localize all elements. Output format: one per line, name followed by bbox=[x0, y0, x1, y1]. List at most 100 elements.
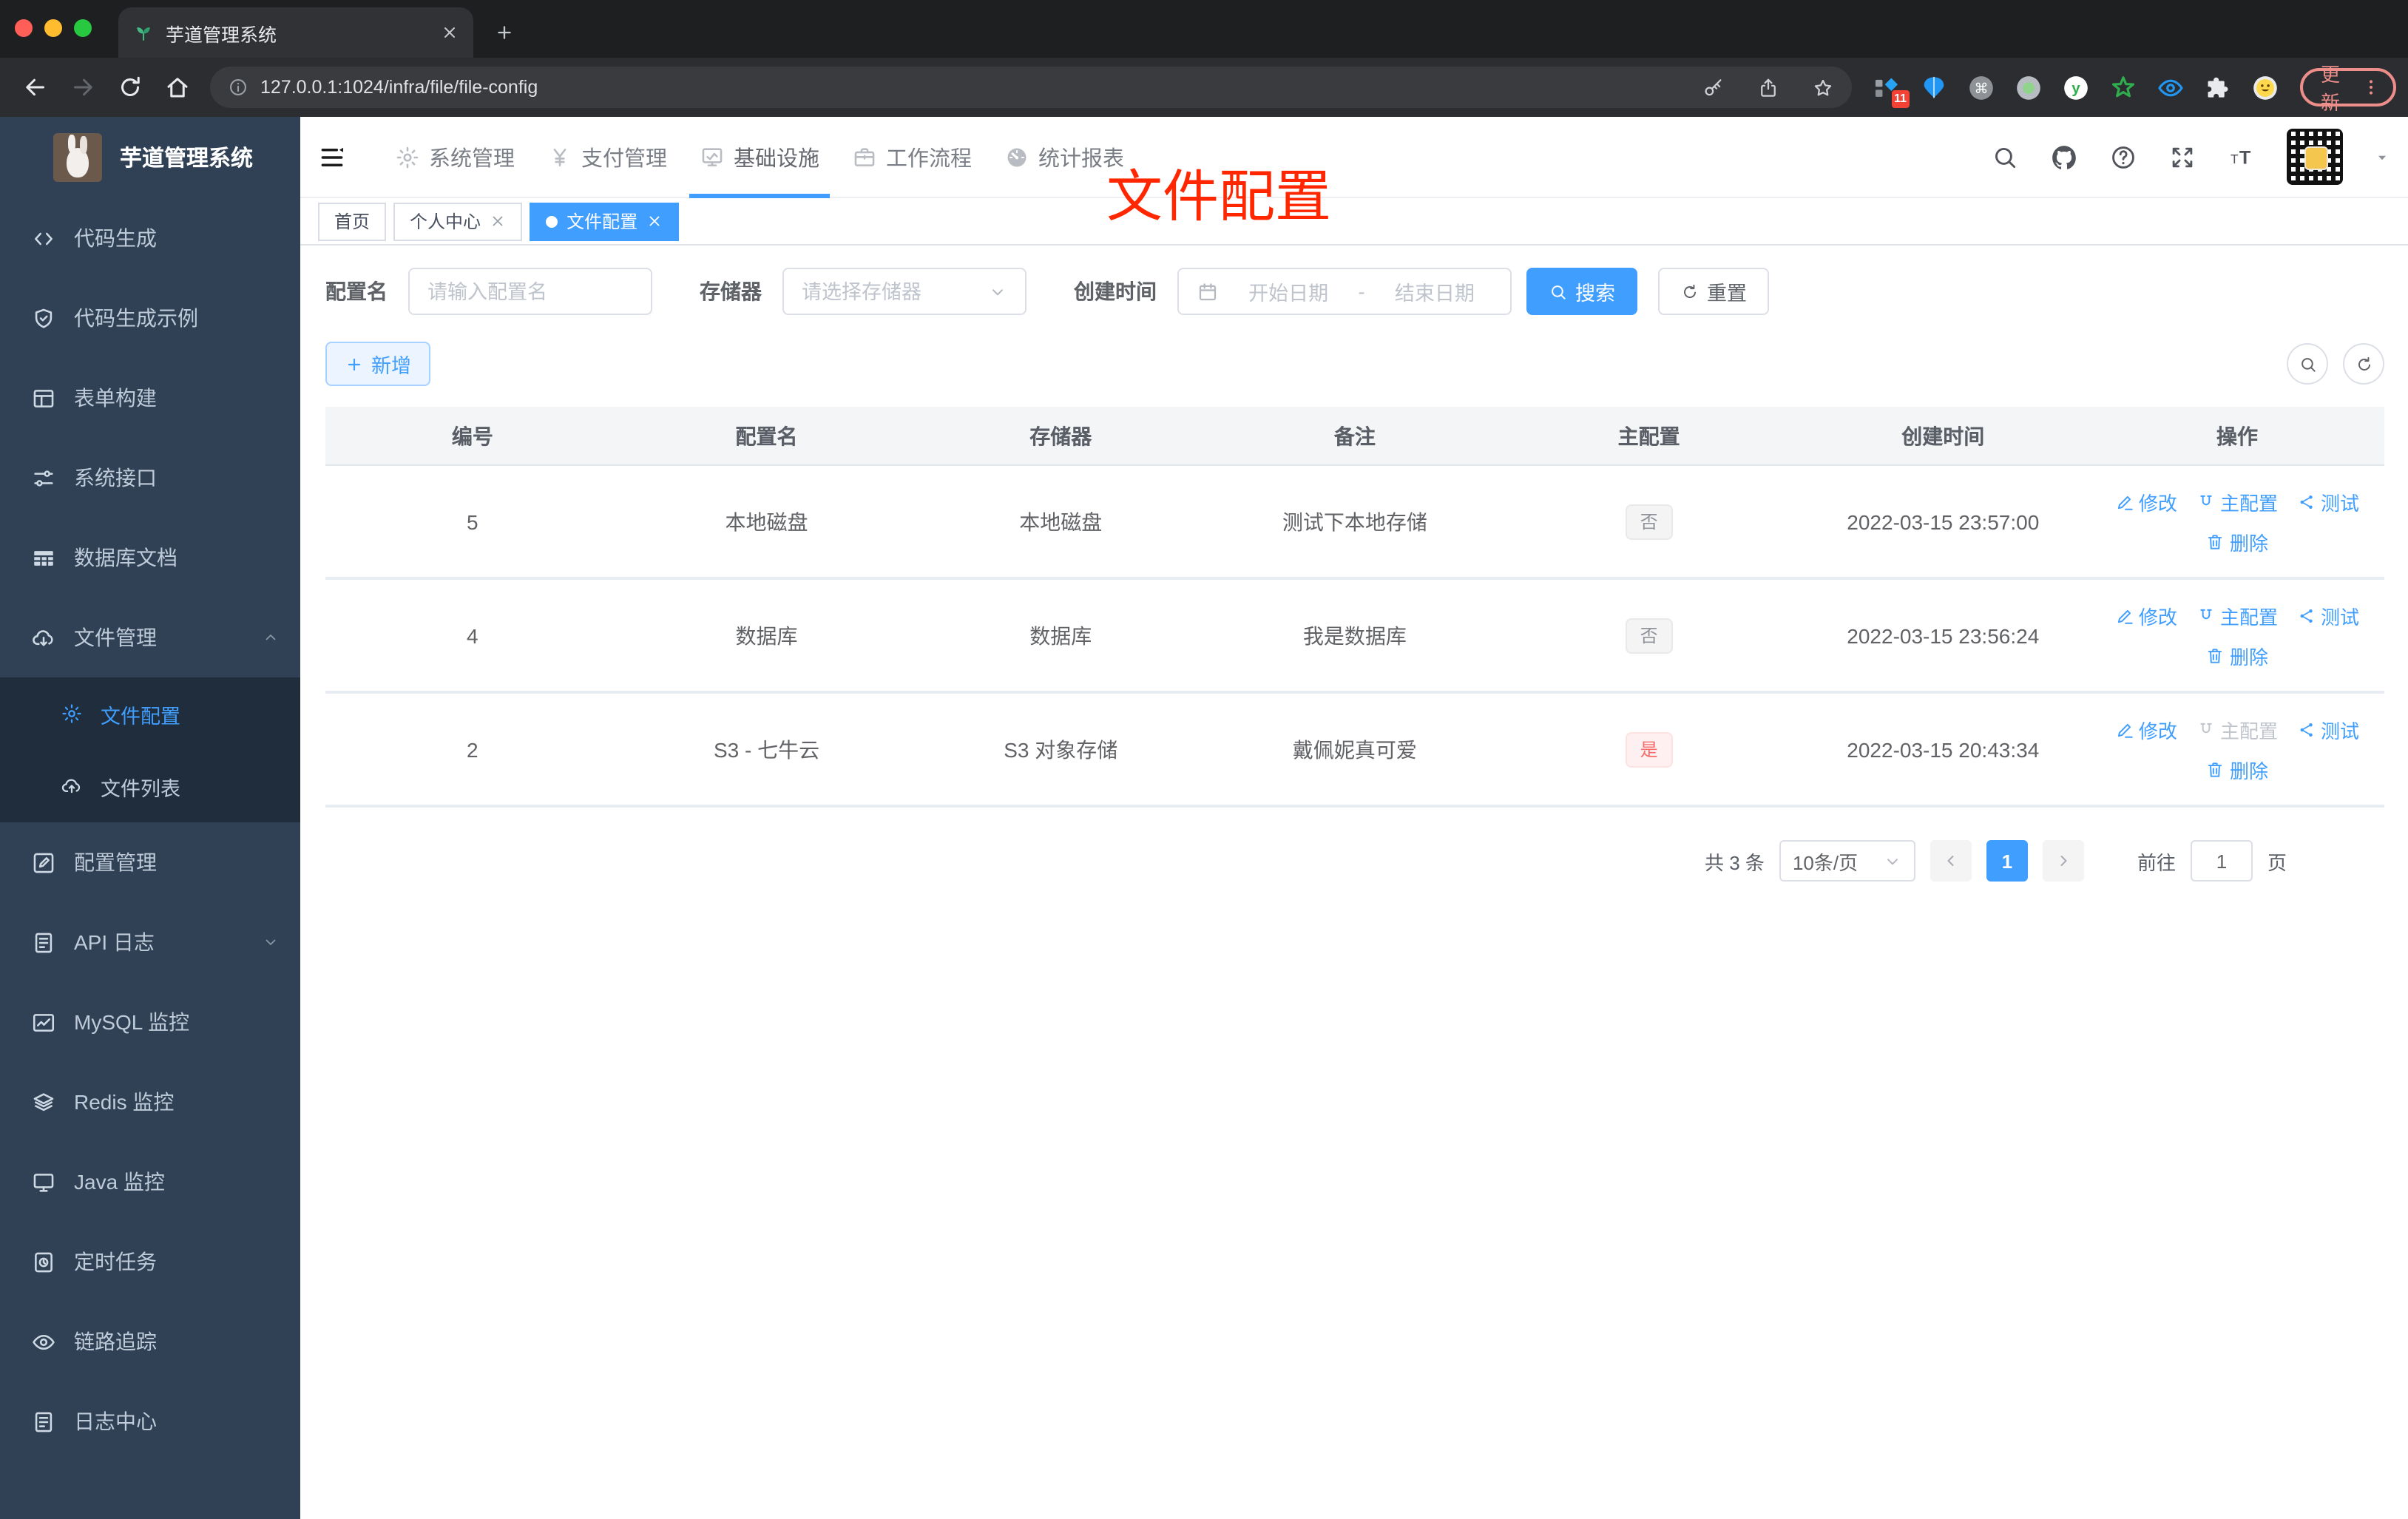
extension-icon[interactable] bbox=[2157, 73, 2185, 101]
extension-icon[interactable]: 11 bbox=[1873, 73, 1910, 107]
browser-tab[interactable]: 芋道管理系统 bbox=[118, 7, 473, 58]
github-icon[interactable] bbox=[2050, 143, 2078, 171]
cell-storage: 本地磁盘 bbox=[1019, 510, 1103, 533]
top-nav-item[interactable]: 工作流程 bbox=[836, 116, 988, 197]
extension-icon[interactable] bbox=[2015, 73, 2043, 101]
tab-close-icon[interactable] bbox=[490, 213, 506, 229]
reset-button[interactable]: 重置 bbox=[1658, 268, 1769, 315]
new-tab-button[interactable] bbox=[494, 22, 515, 43]
sidebar-item[interactable]: Java 监控 bbox=[0, 1142, 300, 1222]
sidebar-item[interactable]: 数据库文档 bbox=[0, 518, 300, 598]
user-avatar[interactable] bbox=[2287, 129, 2343, 185]
sidebar-item[interactable]: MySQL 监控 bbox=[0, 982, 300, 1062]
range-separator: - bbox=[1358, 280, 1365, 303]
extension-icon[interactable] bbox=[2251, 73, 2279, 101]
set-master-link[interactable]: 主配置 bbox=[2196, 487, 2278, 515]
delete-link[interactable]: 删除 bbox=[2206, 641, 2268, 669]
browser-menu-dots-icon[interactable] bbox=[2361, 77, 2381, 98]
tab-close-icon[interactable] bbox=[441, 24, 459, 41]
set-master-link[interactable]: 主配置 bbox=[2196, 715, 2278, 743]
goto-page-input[interactable] bbox=[2190, 840, 2253, 882]
sidebar-item[interactable]: Redis 监控 bbox=[0, 1062, 300, 1142]
table-column-header: 编号 bbox=[451, 424, 493, 447]
config-name-input[interactable] bbox=[427, 280, 633, 302]
window-minimize-button[interactable] bbox=[44, 19, 62, 37]
search-icon[interactable] bbox=[1991, 143, 2019, 171]
extension-icon[interactable] bbox=[2109, 73, 2137, 101]
sidebar-logo-row[interactable]: 芋道管理系统 bbox=[0, 117, 300, 198]
extension-icon[interactable] bbox=[2204, 73, 2232, 101]
set-master-link[interactable]: 主配置 bbox=[2196, 601, 2278, 629]
end-date-placeholder[interactable]: 结束日期 bbox=[1377, 277, 1492, 306]
site-info-icon[interactable] bbox=[228, 77, 248, 98]
top-nav-item[interactable]: 基础设施 bbox=[683, 116, 836, 197]
delete-link[interactable]: 删除 bbox=[2206, 755, 2268, 783]
sidebar-item[interactable]: 配置管理 bbox=[0, 822, 300, 902]
sidebar-subitem[interactable]: 文件列表 bbox=[0, 750, 300, 822]
edit-link[interactable]: 修改 bbox=[2115, 715, 2177, 743]
sidebar-item-label: Redis 监控 bbox=[74, 1090, 175, 1114]
svg-text:⌘: ⌘ bbox=[1975, 81, 1989, 96]
help-icon[interactable] bbox=[2109, 143, 2137, 171]
back-icon[interactable] bbox=[22, 74, 49, 101]
sidebar-item[interactable]: 文件管理 bbox=[0, 598, 300, 677]
reload-icon[interactable] bbox=[117, 74, 143, 101]
sidebar-item[interactable]: API 日志 bbox=[0, 902, 300, 982]
test-link[interactable]: 测试 bbox=[2297, 487, 2359, 515]
sidebar-item[interactable]: 日志中心 bbox=[0, 1381, 300, 1461]
forward-icon[interactable] bbox=[70, 74, 96, 101]
extension-icon[interactable] bbox=[1920, 73, 1948, 101]
refresh-table-button[interactable] bbox=[2343, 343, 2384, 385]
edit-link[interactable]: 修改 bbox=[2115, 601, 2177, 629]
sidebar-item[interactable]: 系统接口 bbox=[0, 438, 300, 518]
edit-link[interactable]: 修改 bbox=[2115, 487, 2177, 515]
avatar-caret-down-icon[interactable] bbox=[2374, 149, 2390, 165]
page-tab[interactable]: 个人中心 bbox=[393, 202, 523, 240]
page-tab[interactable]: 首页 bbox=[318, 202, 387, 240]
page-content: 配置名 存储器 创建时间 开始日期 - 结束日期 bbox=[300, 246, 2408, 1519]
show-search-button[interactable] bbox=[2287, 343, 2328, 385]
sidebar-item[interactable]: 代码生成示例 bbox=[0, 278, 300, 358]
browser-update-button[interactable]: 更新 bbox=[2300, 64, 2396, 114]
sidebar-item[interactable]: 代码生成 bbox=[0, 198, 300, 278]
date-range-picker[interactable]: 开始日期 - 结束日期 bbox=[1177, 268, 1512, 315]
extension-icon[interactable]: y bbox=[2062, 73, 2090, 101]
next-page-button[interactable] bbox=[2042, 840, 2084, 882]
storage-select[interactable] bbox=[782, 268, 1027, 315]
font-size-icon[interactable]: TT bbox=[2228, 143, 2256, 171]
edit-icon bbox=[2115, 606, 2134, 625]
sidebar-item[interactable]: 链路追踪 bbox=[0, 1302, 300, 1381]
extension-icon[interactable]: ⌘ bbox=[1967, 73, 1995, 101]
bookmark-star-icon[interactable] bbox=[1812, 76, 1834, 98]
table-header-row: 编号 配置名 存储器 备注 主配置 创建时间 操作 bbox=[325, 407, 2384, 466]
window-close-button[interactable] bbox=[15, 19, 33, 37]
test-link[interactable]: 测试 bbox=[2297, 715, 2359, 743]
top-nav-item[interactable]: 支付管理 bbox=[531, 116, 683, 197]
sidebar-subitem[interactable]: 文件配置 bbox=[0, 677, 300, 750]
sidebar-item[interactable]: 定时任务 bbox=[0, 1222, 300, 1302]
current-page[interactable]: 1 bbox=[1986, 840, 2028, 882]
tab-close-icon[interactable] bbox=[646, 213, 663, 229]
delete-link[interactable]: 删除 bbox=[2206, 527, 2268, 555]
add-button[interactable]: 新增 bbox=[325, 342, 430, 386]
top-nav-item[interactable]: 系统管理 bbox=[379, 116, 531, 197]
app-header: 系统管理 支付管理 基础设施 工作流程 统计报表 T T bbox=[300, 117, 2408, 198]
fullscreen-icon[interactable] bbox=[2168, 143, 2196, 171]
search-icon bbox=[1549, 282, 1568, 301]
test-link[interactable]: 测试 bbox=[2297, 601, 2359, 629]
window-zoom-button[interactable] bbox=[74, 19, 92, 37]
sidebar-item[interactable]: 表单构建 bbox=[0, 358, 300, 438]
address-bar[interactable]: 127.0.0.1:1024/infra/file/file-config bbox=[210, 67, 1852, 108]
page-size-select[interactable]: 10条/页 bbox=[1779, 840, 1915, 882]
search-button[interactable]: 搜索 bbox=[1526, 268, 1637, 315]
share-icon[interactable] bbox=[1757, 76, 1779, 98]
prev-page-button[interactable] bbox=[1930, 840, 1972, 882]
cell-remark: 测试下本地存储 bbox=[1282, 510, 1427, 533]
ext-y-icon: y bbox=[2062, 73, 2090, 101]
password-key-icon[interactable] bbox=[1702, 76, 1725, 98]
page-tab[interactable]: 文件配置 bbox=[530, 202, 680, 240]
menu-fold-icon[interactable] bbox=[318, 143, 346, 171]
start-date-placeholder[interactable]: 开始日期 bbox=[1231, 277, 1346, 306]
storage-select-input[interactable] bbox=[802, 280, 988, 302]
home-icon[interactable] bbox=[164, 74, 191, 101]
